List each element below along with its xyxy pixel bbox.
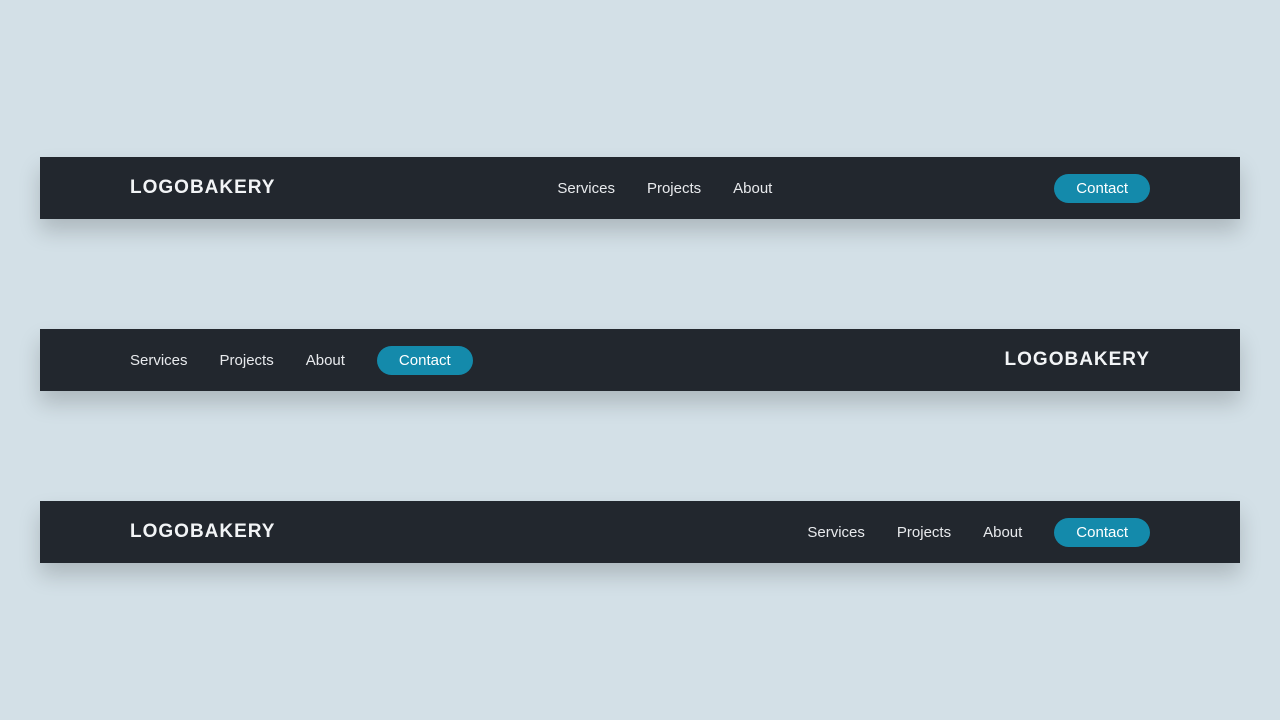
- nav-link-projects[interactable]: Projects: [647, 180, 701, 197]
- nav-link-projects[interactable]: Projects: [220, 352, 274, 369]
- nav-links-left: Services Projects About Contact: [130, 346, 473, 375]
- contact-button[interactable]: Contact: [377, 346, 473, 375]
- nav-link-about[interactable]: About: [983, 524, 1022, 541]
- brand-logo: LOGOBAKERY: [130, 521, 275, 543]
- nav-link-about[interactable]: About: [306, 352, 345, 369]
- brand-logo: LOGOBAKERY: [130, 177, 275, 199]
- nav-link-services[interactable]: Services: [557, 180, 615, 197]
- nav-link-services[interactable]: Services: [130, 352, 188, 369]
- navbar-variant-1: LOGOBAKERY Services Projects About Conta…: [40, 157, 1240, 219]
- nav-link-services[interactable]: Services: [807, 524, 865, 541]
- brand-logo: LOGOBAKERY: [1005, 349, 1150, 371]
- nav-link-about[interactable]: About: [733, 180, 772, 197]
- nav-cta-wrap: Contact: [1054, 174, 1150, 203]
- contact-button[interactable]: Contact: [1054, 174, 1150, 203]
- nav-links-center: Services Projects About: [557, 180, 772, 197]
- navbar-variant-2: Services Projects About Contact LOGOBAKE…: [40, 329, 1240, 391]
- navbar-variant-3: LOGOBAKERY Services Projects About Conta…: [40, 501, 1240, 563]
- nav-links-right: Services Projects About Contact: [807, 518, 1150, 547]
- contact-button[interactable]: Contact: [1054, 518, 1150, 547]
- nav-link-projects[interactable]: Projects: [897, 524, 951, 541]
